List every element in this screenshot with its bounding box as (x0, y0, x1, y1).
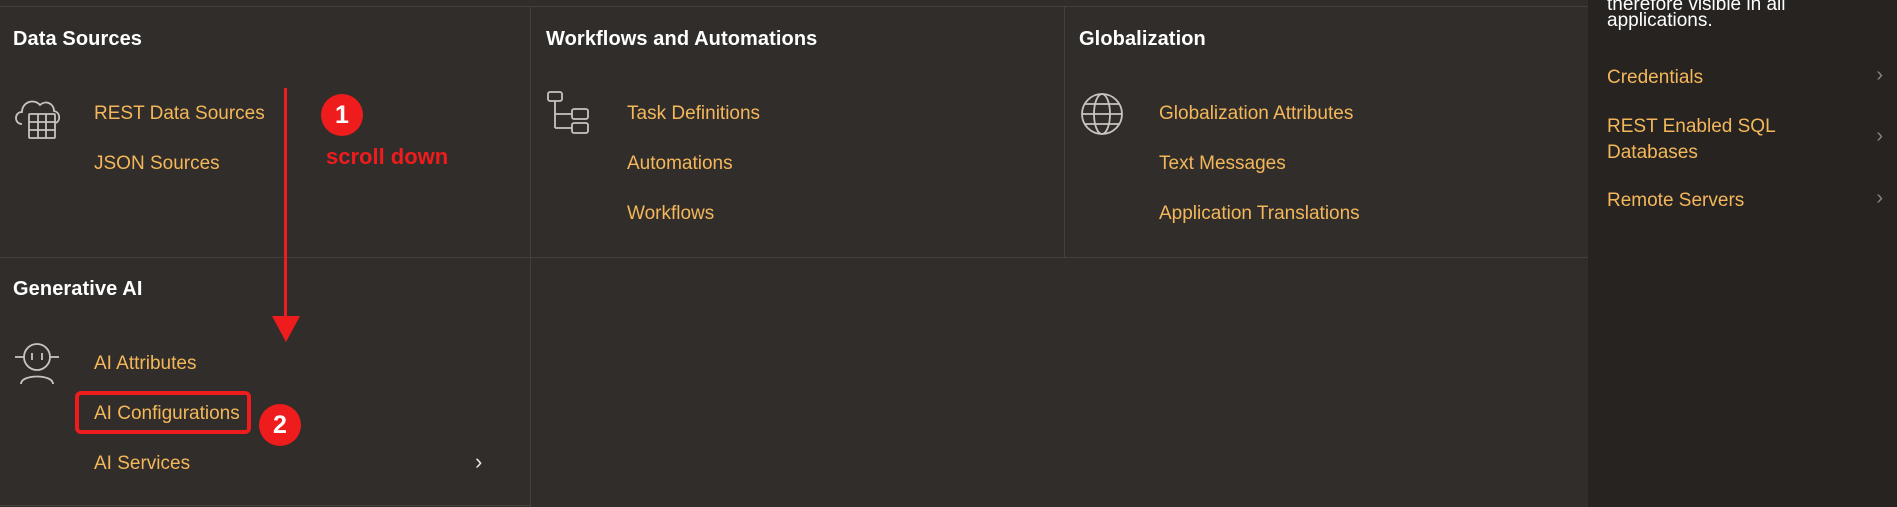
sidebar-link-label: REST Enabled SQL (1607, 116, 1776, 137)
link-automations[interactable]: Automations (627, 153, 733, 175)
link-text-messages[interactable]: Text Messages (1159, 153, 1286, 175)
step-1-badge: 1 (321, 94, 363, 136)
link-application-translations[interactable]: Application Translations (1159, 203, 1360, 225)
chevron-right-icon[interactable]: › (1876, 187, 1883, 210)
section-title-workflows: Workflows and Automations (546, 28, 818, 50)
section-title-generative-ai: Generative AI (13, 278, 143, 300)
chevron-right-icon[interactable]: › (475, 449, 482, 475)
hierarchy-tree-icon (546, 90, 594, 136)
section-title-globalization: Globalization (1079, 28, 1206, 50)
cloud-table-icon (12, 92, 64, 142)
step-1-text: scroll down (326, 144, 449, 169)
scroll-arrow-head (272, 316, 300, 342)
chevron-right-icon[interactable]: › (1876, 125, 1883, 148)
link-json-sources[interactable]: JSON Sources (94, 153, 220, 175)
row-divider (0, 257, 1588, 258)
sidebar-note-line-2: applications. (1607, 10, 1713, 31)
globe-icon (1079, 91, 1125, 137)
sidebar-link-credentials[interactable]: Credentials (1607, 65, 1703, 91)
step-2-badge: 2 (259, 404, 301, 446)
sidebar-link-rest-enabled-sql[interactable]: REST Enabled SQL Databases (1607, 114, 1776, 166)
top-divider (0, 6, 1588, 7)
section-title-data-sources: Data Sources (13, 28, 143, 50)
sidebar: therefore visible in all applications. C… (1588, 0, 1897, 507)
sidebar-link-label: Databases (1607, 142, 1698, 163)
link-ai-attributes[interactable]: AI Attributes (94, 353, 196, 375)
robot-face-icon (13, 340, 61, 386)
page: Data Sources REST Data Sources JSON Sour… (0, 0, 1897, 507)
sidebar-link-label: Remote Servers (1607, 190, 1745, 211)
link-workflows[interactable]: Workflows (627, 203, 714, 225)
sidebar-link-remote-servers[interactable]: Remote Servers (1607, 188, 1744, 214)
chevron-right-icon[interactable]: › (1876, 64, 1883, 87)
link-rest-data-sources[interactable]: REST Data Sources (94, 103, 265, 125)
column-divider-2 (1064, 7, 1065, 258)
link-task-definitions[interactable]: Task Definitions (627, 103, 760, 125)
highlight-box (75, 391, 251, 434)
sidebar-link-label: Credentials (1607, 67, 1704, 88)
link-globalization-attributes[interactable]: Globalization Attributes (1159, 103, 1353, 125)
link-ai-services[interactable]: AI Services (94, 453, 190, 475)
scroll-arrow (284, 88, 287, 324)
bottom-divider (0, 505, 530, 506)
